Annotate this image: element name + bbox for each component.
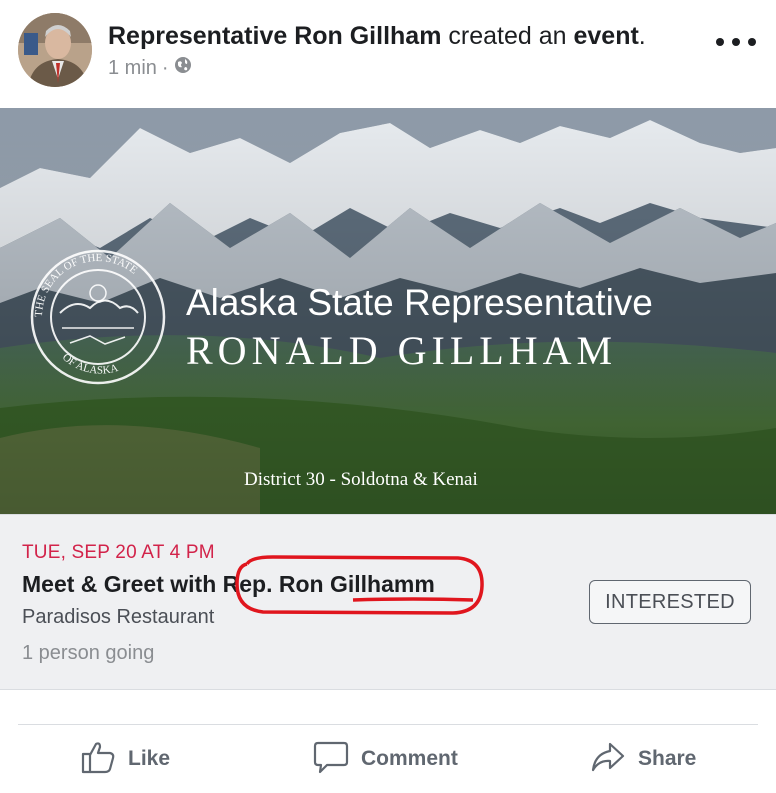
post-headline: Representative Ron Gillham created an ev…: [108, 22, 646, 51]
comment-label: Comment: [361, 747, 458, 770]
actions-divider: [18, 724, 758, 725]
more-dots-icon[interactable]: [716, 30, 756, 54]
event-cover-image[interactable]: THE SEAL OF THE STATE OF ALASKA Alaska S…: [0, 108, 776, 514]
share-button[interactable]: Share: [590, 740, 696, 778]
comment-bubble-icon: [313, 740, 349, 779]
share-arrow-icon: [590, 740, 626, 779]
author-name[interactable]: Representative Ron Gillham: [108, 22, 441, 50]
banner-district: District 30 - Soldotna & Kenai: [244, 469, 478, 490]
share-label: Share: [638, 747, 697, 770]
action-object[interactable]: event: [573, 22, 638, 50]
banner-line1: Alaska State Representative: [186, 282, 653, 323]
going-count[interactable]: 1 person going: [22, 642, 154, 665]
post-meta: 1 min ·: [108, 56, 192, 80]
like-button[interactable]: Like: [80, 740, 170, 778]
event-details[interactable]: TUE, SEP 20 AT 4 PM Meet & Greet with Re…: [0, 514, 776, 690]
event-venue[interactable]: Paradisos Restaurant: [22, 606, 214, 629]
comment-button[interactable]: Comment: [313, 740, 458, 778]
timestamp[interactable]: 1 min: [108, 57, 157, 80]
thumbs-up-icon: [80, 740, 116, 779]
like-label: Like: [128, 747, 171, 770]
event-date: TUE, SEP 20 AT 4 PM: [22, 542, 215, 563]
action-prefix: created an: [448, 22, 567, 50]
banner-line2: RONALD GILLHAM: [186, 328, 617, 373]
post-header: Representative Ron Gillham created an ev…: [0, 0, 776, 108]
avatar[interactable]: [18, 13, 92, 87]
headline-suffix: .: [638, 22, 646, 50]
event-title[interactable]: Meet & Greet with Rep. Ron Gillhamm: [22, 571, 435, 598]
meta-separator: ·: [161, 56, 169, 79]
globe-icon: [174, 56, 192, 80]
interested-button[interactable]: INTERESTED: [589, 580, 751, 624]
